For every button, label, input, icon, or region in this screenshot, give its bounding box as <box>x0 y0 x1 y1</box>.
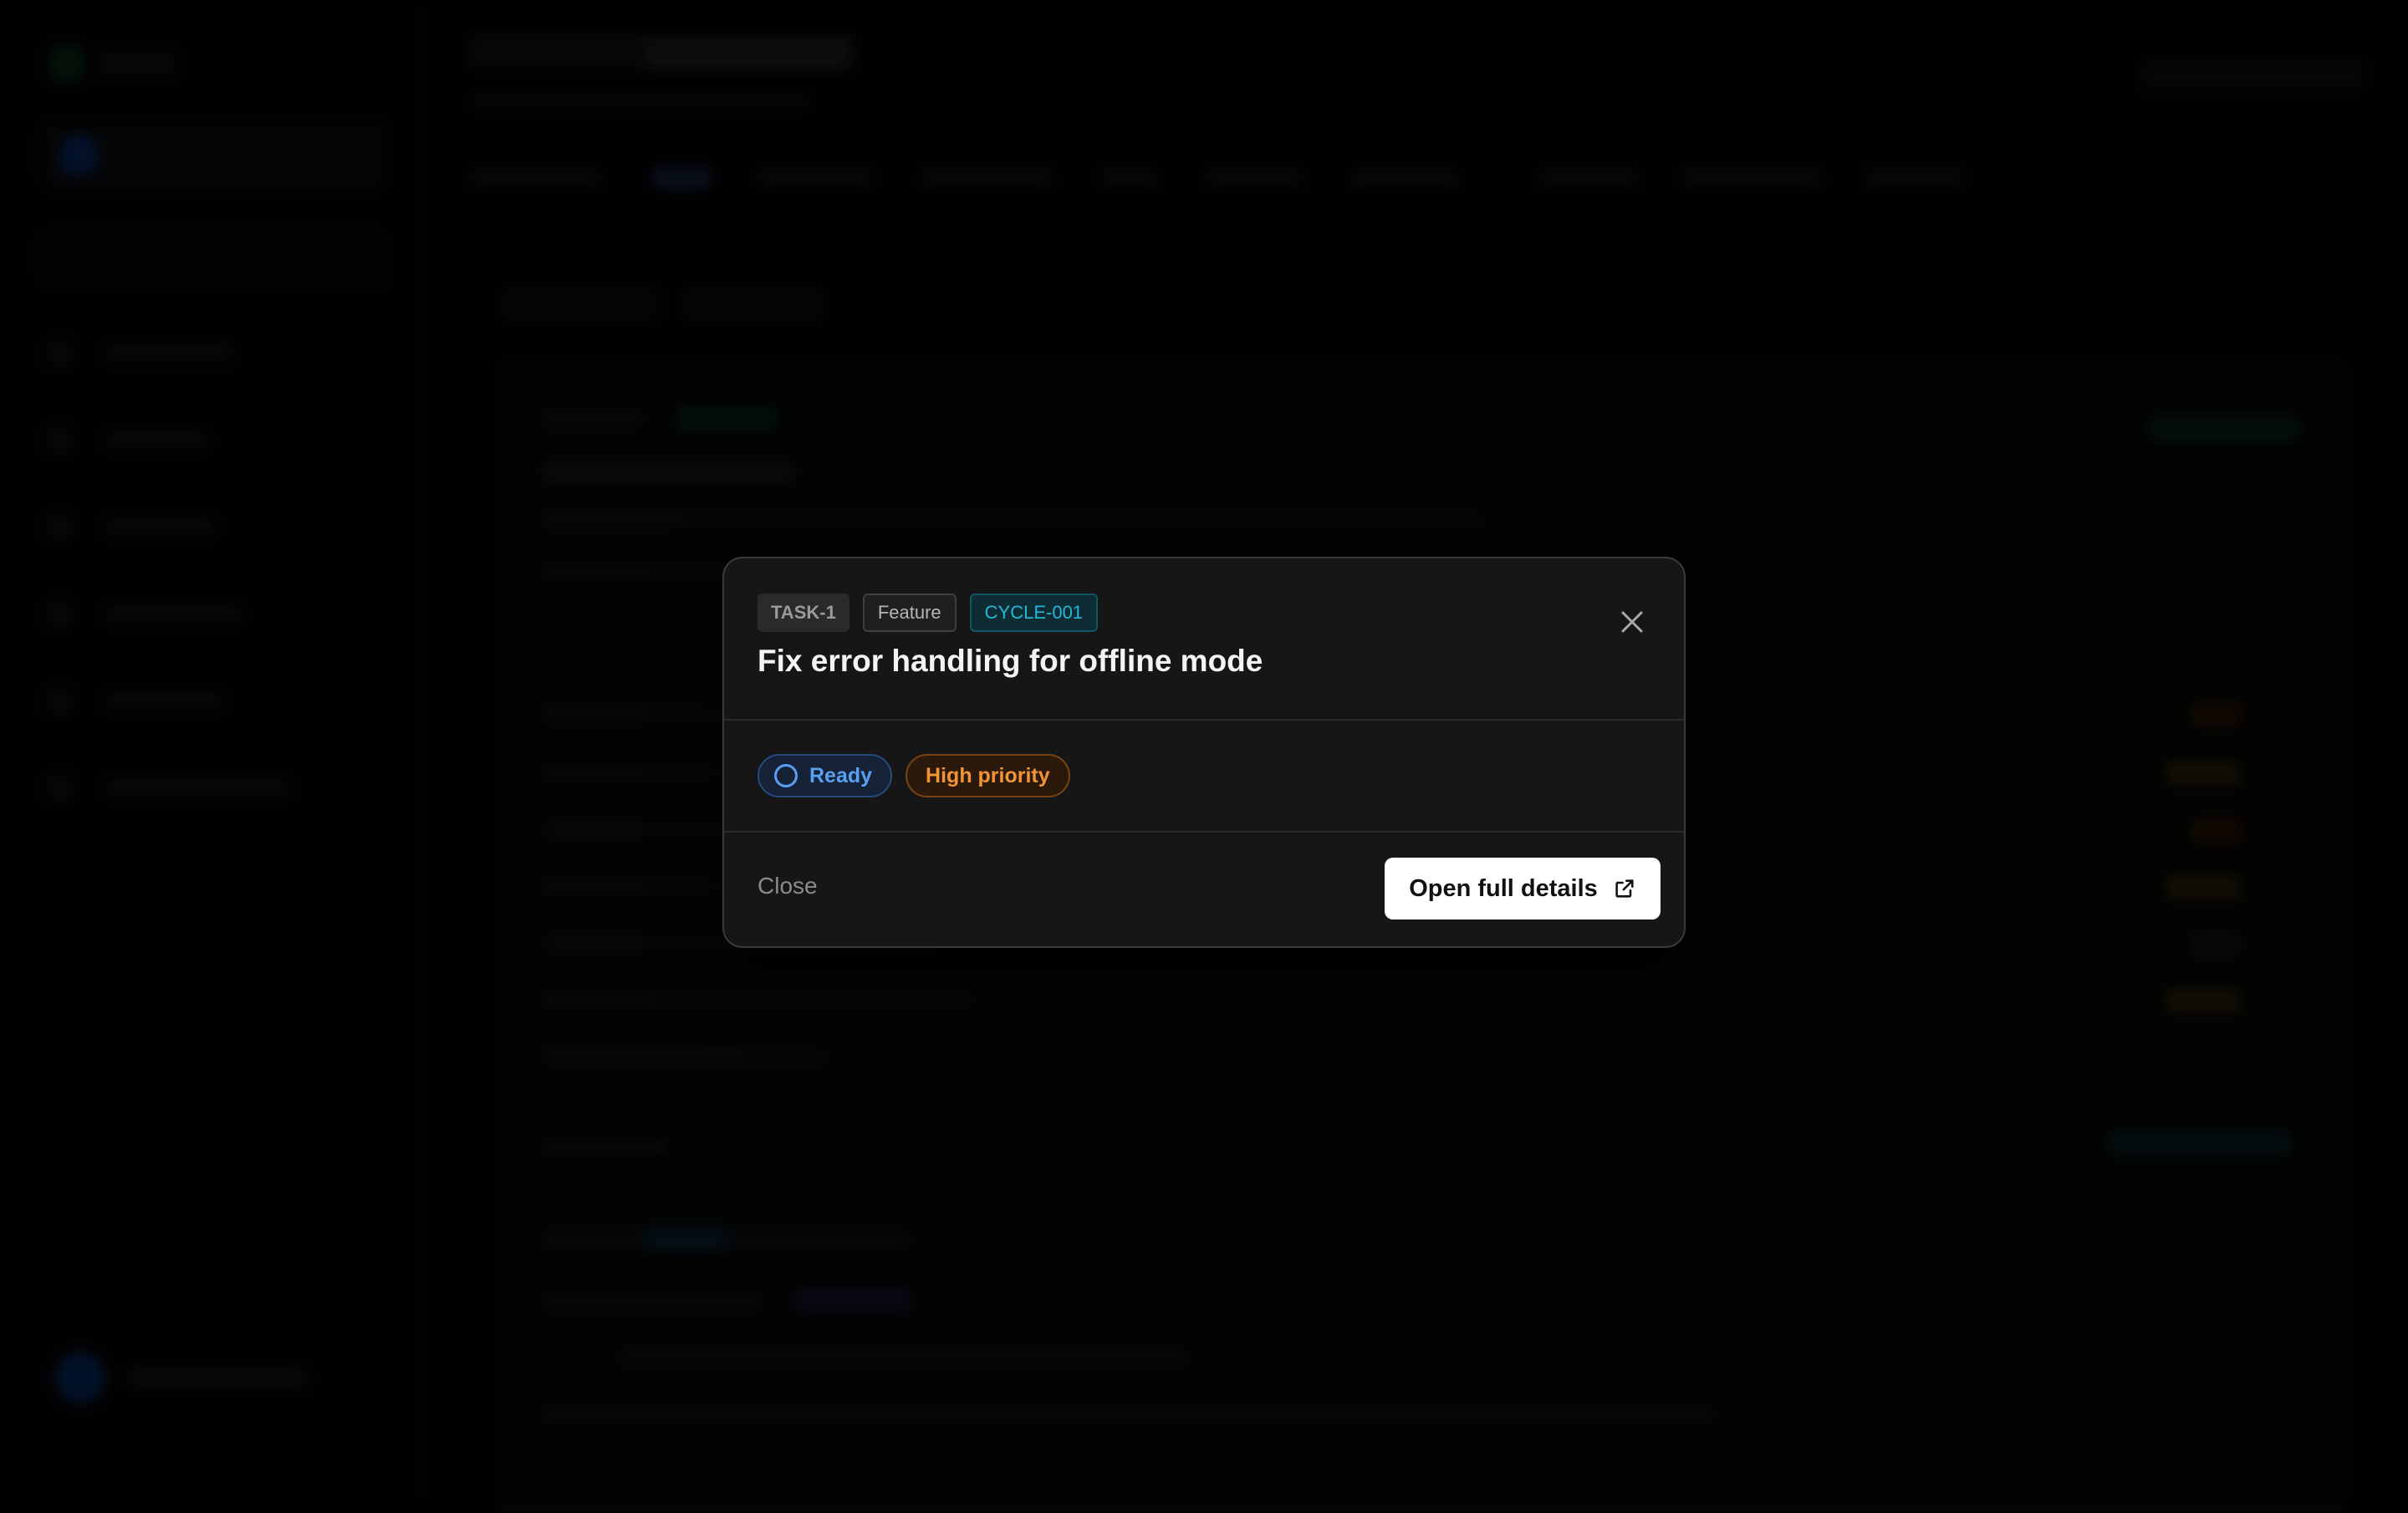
status-row: Ready High priority <box>758 754 1070 797</box>
status-label: Ready <box>809 763 873 787</box>
circle-status-icon <box>774 764 798 787</box>
close-button[interactable]: Close <box>751 861 824 911</box>
task-badges: TASK-1 Feature CYCLE-001 <box>758 593 1099 632</box>
close-icon <box>1621 611 1643 633</box>
task-id-badge: TASK-1 <box>758 593 849 632</box>
cycle-badge: CYCLE-001 <box>969 593 1099 632</box>
priority-chip: High priority <box>906 754 1070 797</box>
status-chip: Ready <box>758 754 893 797</box>
task-type-badge: Feature <box>862 593 957 632</box>
modal-header: TASK-1 Feature CYCLE-001 Fix error handl… <box>724 558 1684 721</box>
open-full-details-label: Open full details <box>1409 874 1598 902</box>
close-modal-button[interactable] <box>1609 599 1656 645</box>
open-full-details-button[interactable]: Open full details <box>1385 858 1661 920</box>
modal-footer: Close Open full details <box>724 833 1684 948</box>
priority-label: High priority <box>926 763 1050 787</box>
external-link-icon <box>1613 877 1636 900</box>
modal-body: Ready High priority <box>724 721 1684 833</box>
task-title: Fix error handling for offline mode <box>758 644 1263 678</box>
task-preview-modal: TASK-1 Feature CYCLE-001 Fix error handl… <box>722 557 1686 948</box>
